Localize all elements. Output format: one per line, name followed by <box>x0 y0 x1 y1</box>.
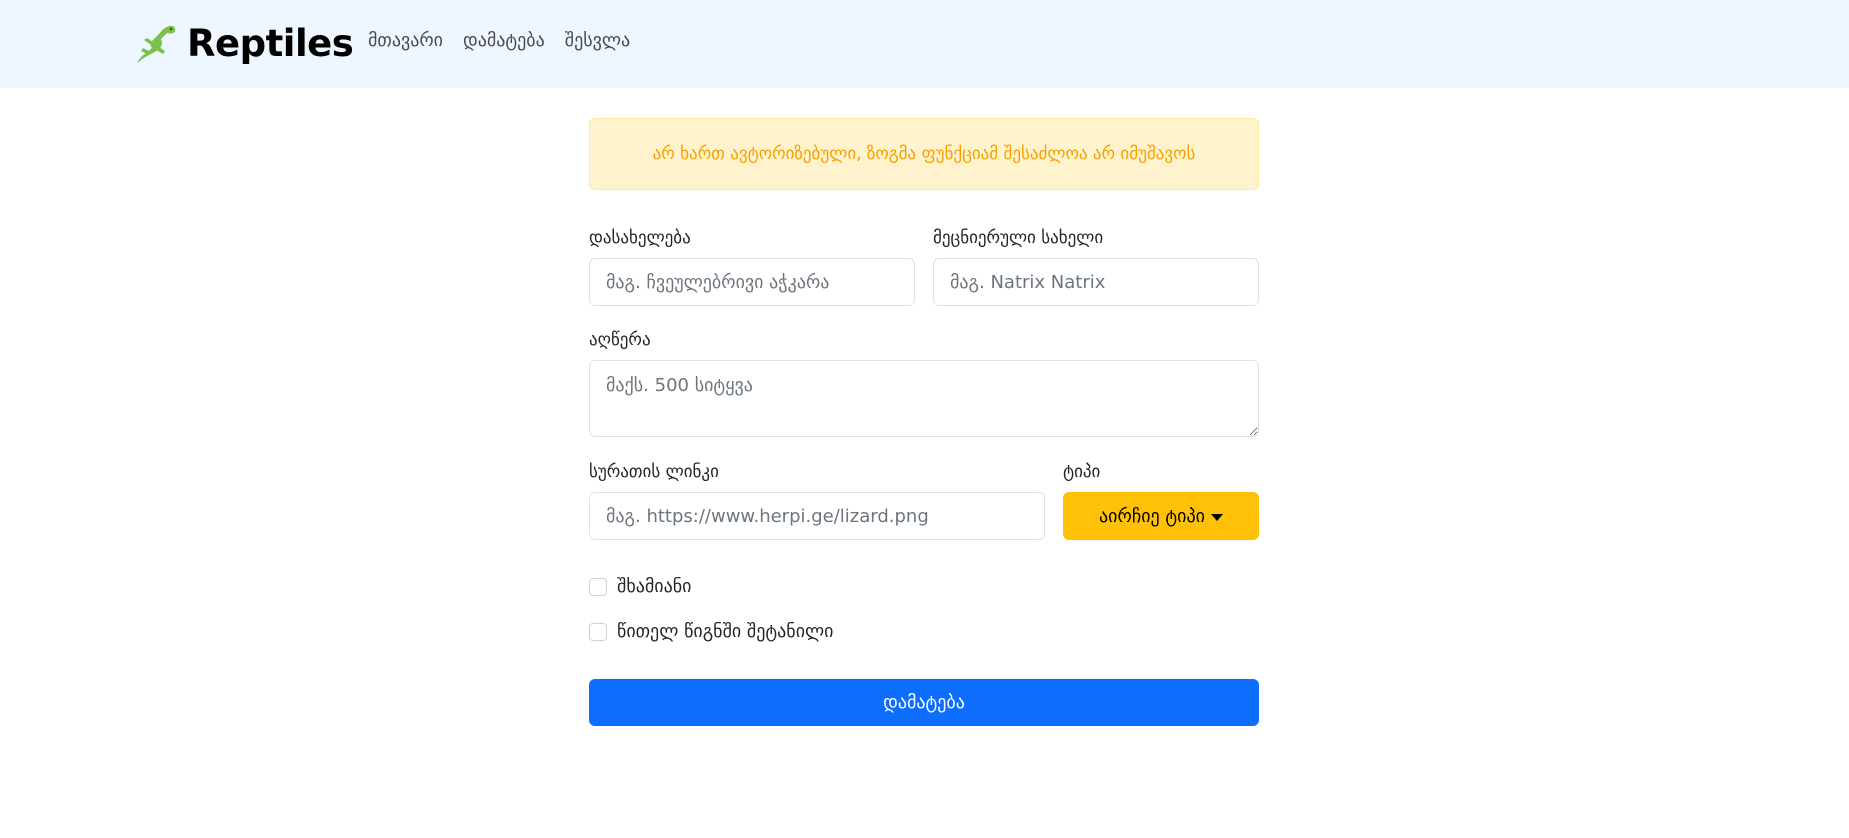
submit-button[interactable]: დამატება <box>589 679 1259 726</box>
auth-warning-alert: არ ხართ ავტორიზებული, ზოგმა ფუნქციამ შეს… <box>589 118 1259 190</box>
redbook-checkbox[interactable] <box>589 622 607 641</box>
description-textarea[interactable] <box>589 360 1259 437</box>
scientific-name-input[interactable] <box>933 258 1259 306</box>
image-link-input[interactable] <box>589 492 1045 540</box>
venomous-row: შხამიანი <box>589 576 691 597</box>
add-reptile-form: არ ხართ ავტორიზებული, ზოგმა ფუნქციამ შეს… <box>589 118 1259 726</box>
nav-link-add[interactable]: დამატება <box>463 30 545 51</box>
nav-links: მთავარი დამატება შესვლა <box>368 30 630 51</box>
lizard-icon <box>137 25 176 63</box>
brand-name: Reptiles <box>187 21 354 65</box>
type-dropdown-button[interactable]: აირჩიე ტიპი <box>1063 492 1259 540</box>
scientific-name-label: მეცნიერული სახელი <box>933 228 1104 248</box>
auth-warning-text: არ ხართ ავტორიზებული, ზოგმა ფუნქციამ შეს… <box>652 144 1196 164</box>
navbar: Reptiles მთავარი დამატება შესვლა <box>0 0 1849 88</box>
brand-link[interactable]: Reptiles <box>131 18 354 68</box>
type-label: ტიპი <box>1063 462 1101 482</box>
nav-link-login[interactable]: შესვლა <box>565 30 630 51</box>
venomous-checkbox[interactable] <box>589 577 607 596</box>
redbook-label: წითელ წიგნში შეტანილი <box>617 621 834 642</box>
image-link-label: სურათის ლინკი <box>589 462 719 482</box>
description-label: აღწერა <box>589 330 651 350</box>
venomous-label: შხამიანი <box>617 576 692 597</box>
name-label: დასახელება <box>589 228 691 248</box>
name-input[interactable] <box>589 258 915 306</box>
type-dropdown-label: აირჩიე ტიპი <box>1099 505 1205 527</box>
nav-link-home[interactable]: მთავარი <box>368 30 443 51</box>
redbook-row: წითელ წიგნში შეტანილი <box>589 621 834 642</box>
caret-down-icon <box>1210 513 1223 521</box>
